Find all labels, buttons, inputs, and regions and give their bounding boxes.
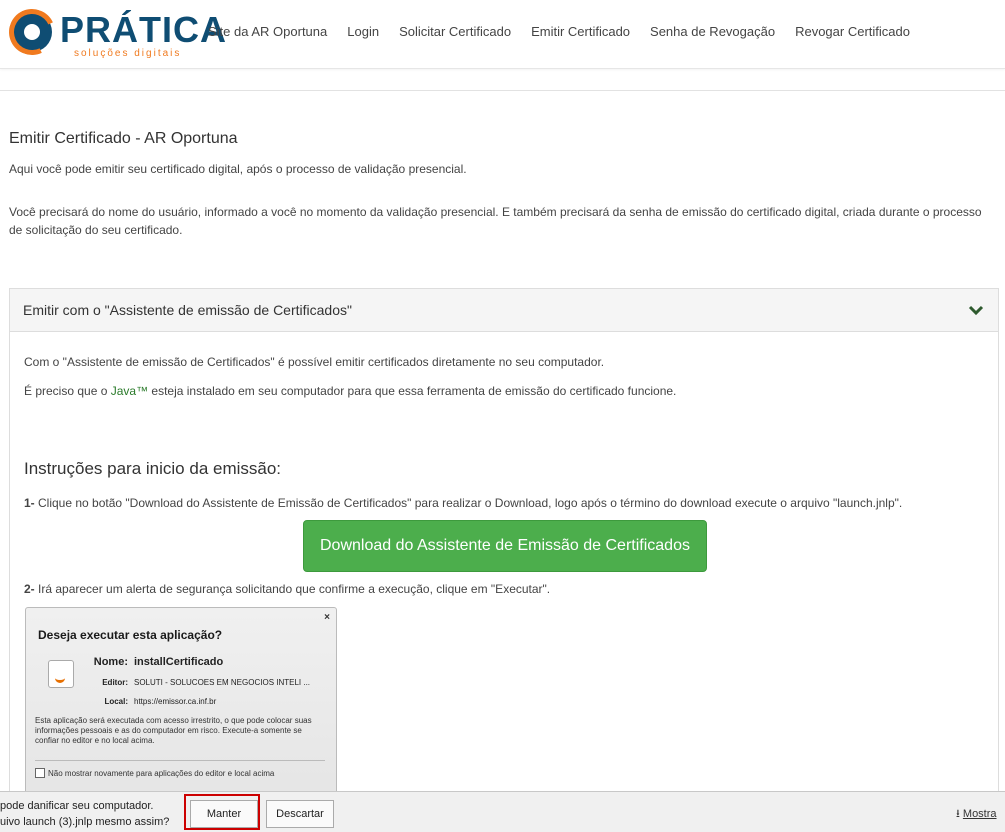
checkbox-label: Não mostrar novamente para aplicações do… bbox=[48, 768, 275, 778]
logo-wordmark: PRÁTICA bbox=[60, 9, 227, 50]
logo-tagline: soluções digitais bbox=[74, 48, 182, 59]
download-warning-line-1: pode danificar seu computador. bbox=[0, 800, 154, 812]
dialog-publisher-row: Editor: SOLUTI - SOLUCOES EM NEGOCIOS INT… bbox=[84, 678, 310, 687]
panel-title: Emitir com o "Assistente de emissão de C… bbox=[23, 302, 352, 318]
dialog-divider bbox=[35, 760, 325, 761]
show-all-label: Mostra bbox=[962, 808, 997, 820]
assistant-description: Com o "Assistente de emissão de Certific… bbox=[24, 355, 605, 369]
logo-mark-icon bbox=[12, 12, 52, 52]
step-1: 1- Clique no botão "Download do Assisten… bbox=[24, 496, 902, 510]
nav-site-ar[interactable]: Site da AR Oportuna bbox=[208, 24, 327, 39]
chevron-down-icon[interactable] bbox=[968, 302, 984, 318]
publisher-value: SOLUTI - SOLUCOES EM NEGOCIOS INTELI ... bbox=[134, 678, 311, 687]
nav-revogar-certificado[interactable]: Revogar Certificado bbox=[795, 24, 910, 39]
dialog-title: Deseja executar esta aplicação? bbox=[38, 628, 223, 642]
download-assistant-button[interactable]: Download do Assistente de Emissão de Cer… bbox=[303, 520, 707, 572]
main-nav: Site da AR Oportuna Login Solicitar Cert… bbox=[208, 24, 930, 39]
checkbox-icon bbox=[35, 768, 45, 778]
java-security-dialog-image: × Deseja executar esta aplicação? Nome: i… bbox=[25, 607, 337, 819]
dialog-warning-text: Esta aplicação será executada com acesso… bbox=[35, 716, 312, 745]
download-bar: pode danificar seu computador. uivo laun… bbox=[0, 791, 1005, 832]
step-2-number: 2- bbox=[24, 582, 35, 596]
name-label: Nome: bbox=[93, 656, 128, 668]
discard-button[interactable]: Descartar bbox=[266, 800, 334, 828]
intro-text: Aqui você pode emitir seu certificado di… bbox=[9, 162, 467, 176]
dialog-location-row: Local: https://emissor.ca.inf.br bbox=[84, 697, 216, 706]
nav-emitir-certificado[interactable]: Emitir Certificado bbox=[531, 24, 630, 39]
show-all-downloads-link[interactable]: ⭳ Mostra bbox=[956, 805, 997, 824]
page-title: Emitir Certificado - AR Oportuna bbox=[9, 130, 238, 147]
step-2-text: Irá aparecer um alerta de segurança soli… bbox=[34, 582, 551, 596]
java-requirement: É preciso que o Java™ esteja instalado e… bbox=[24, 384, 676, 398]
nav-login[interactable]: Login bbox=[347, 24, 379, 39]
pratica-logo[interactable]: PRÁTICA soluções digitais bbox=[8, 8, 226, 64]
publisher-label: Editor: bbox=[102, 678, 128, 687]
java-req-suffix: esteja instalado em seu computador para … bbox=[148, 384, 677, 398]
panel-header[interactable]: Emitir com o "Assistente de emissão de C… bbox=[10, 289, 998, 332]
requirements-text: Você precisará do nome do usuário, infor… bbox=[9, 205, 982, 237]
dialog-checkbox-row: Não mostrar novamente para aplicações do… bbox=[35, 768, 274, 778]
download-warning: pode danificar seu computador. uivo laun… bbox=[0, 798, 169, 830]
nav-solicitar-certificado[interactable]: Solicitar Certificado bbox=[399, 24, 511, 39]
instructions-heading: Instruções para inicio da emissão: bbox=[24, 459, 282, 478]
java-req-prefix: É preciso que o bbox=[24, 384, 111, 398]
location-value: https://emissor.ca.inf.br bbox=[134, 697, 217, 706]
divider bbox=[0, 90, 1005, 91]
step-2: 2- Irá aparecer um alerta de segurança s… bbox=[24, 582, 550, 596]
download-warning-line-2: uivo launch (3).jnlp mesmo assim? bbox=[0, 816, 170, 828]
assistant-panel: Emitir com o "Assistente de emissão de C… bbox=[9, 288, 999, 819]
keep-highlight bbox=[184, 794, 260, 830]
java-link[interactable]: Java™ bbox=[111, 384, 148, 398]
name-value: installCertificado bbox=[134, 656, 224, 668]
site-header: PRÁTICA soluções digitais Site da AR Opo… bbox=[0, 0, 1005, 69]
close-icon: × bbox=[324, 612, 330, 623]
java-icon bbox=[48, 660, 74, 688]
download-arrow-icon: ⭳ bbox=[956, 808, 963, 820]
nav-senha-revogacao[interactable]: Senha de Revogação bbox=[650, 24, 775, 39]
dialog-name-row: Nome: installCertificado bbox=[84, 656, 223, 668]
step-1-text: Clique no botão "Download do Assistente … bbox=[34, 496, 903, 510]
step-1-number: 1- bbox=[24, 496, 35, 510]
location-label: Local: bbox=[104, 697, 128, 706]
